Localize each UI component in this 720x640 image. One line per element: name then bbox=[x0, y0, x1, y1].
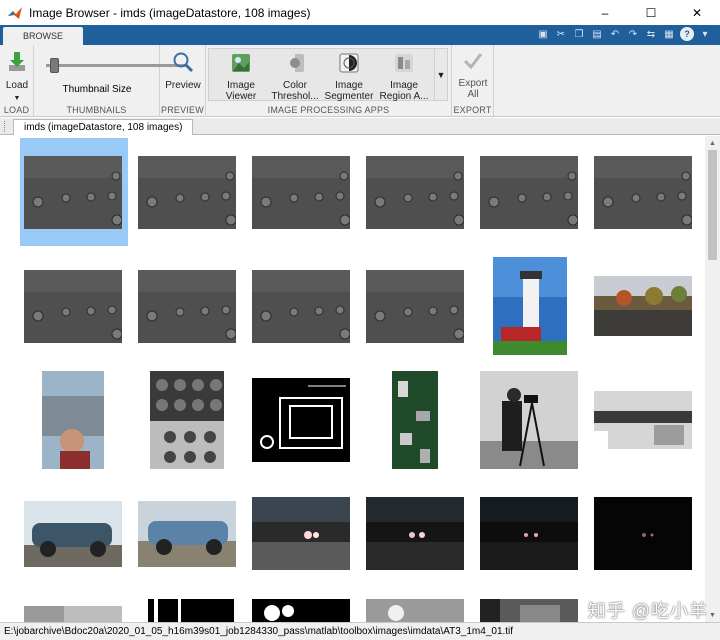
thumbnail-partial-4[interactable] bbox=[366, 599, 464, 622]
load-button[interactable]: Load ▼ bbox=[2, 51, 32, 104]
section-label-load: LOAD bbox=[3, 105, 30, 115]
chevron-down-icon: ▼ bbox=[436, 69, 446, 80]
thumbnail-cells-4[interactable] bbox=[366, 156, 464, 229]
window-title: Image Browser - imds (imageDatastore, 10… bbox=[29, 5, 311, 20]
thumbnail-circuit[interactable] bbox=[392, 371, 438, 469]
minimize-button[interactable]: – bbox=[582, 0, 628, 25]
color-thresholder-icon bbox=[286, 54, 304, 72]
help-icon[interactable]: ? bbox=[680, 27, 694, 41]
image-segmenter-icon bbox=[339, 53, 359, 73]
color-thresholder-button[interactable]: Color Threshol... bbox=[267, 53, 323, 102]
thumbnail-autumn-lake[interactable] bbox=[594, 276, 692, 336]
image-region-analyzer-button[interactable]: Image Region A... bbox=[375, 53, 433, 102]
image-viewer-icon bbox=[232, 54, 250, 72]
thumbnail-partial-1[interactable] bbox=[24, 606, 122, 622]
matlab-logo-icon bbox=[8, 6, 22, 19]
preview-section: Preview PREVIEW bbox=[160, 45, 206, 117]
thumbnail-cameraman[interactable] bbox=[480, 371, 578, 469]
export-all-button[interactable]: Export All bbox=[453, 51, 493, 100]
magnifier-icon bbox=[173, 52, 194, 73]
document-tab[interactable]: imds (imageDatastore, 108 images) bbox=[13, 119, 194, 135]
thumbnail-lighthouse[interactable] bbox=[493, 257, 567, 355]
thumbnail-cells-8[interactable] bbox=[138, 270, 236, 343]
thumbnail-cells-2[interactable] bbox=[138, 156, 236, 229]
thumbnail-garage-4[interactable] bbox=[594, 497, 692, 570]
watermark-text: 知乎 @吃小羊 bbox=[587, 601, 708, 621]
undo-icon[interactable]: ↶ bbox=[608, 27, 622, 41]
thumbnail-child-city[interactable] bbox=[42, 371, 104, 469]
toolstrip-ribbon: Load ▼ LOAD Thumbnail Size THUMBNAILS Pr… bbox=[0, 45, 720, 117]
image-region-analyzer-icon bbox=[395, 54, 413, 72]
scroll-up-arrow-icon[interactable]: ▲ bbox=[705, 136, 720, 150]
cut-icon[interactable]: ✂ bbox=[554, 27, 568, 41]
status-bar-path: E:\jobarchive\Bdoc20a\2020_01_05_h16m39s… bbox=[0, 622, 720, 640]
load-arrow-icon bbox=[9, 52, 25, 71]
section-label-preview: PREVIEW bbox=[161, 105, 204, 115]
thumbnail-cells-10[interactable] bbox=[366, 270, 464, 343]
section-label-apps: IMAGE PROCESSING APPS bbox=[267, 105, 390, 115]
thumbnail-partial-2[interactable] bbox=[148, 599, 234, 622]
maximize-button[interactable]: ☐ bbox=[628, 0, 674, 25]
thumbnail-car-1[interactable] bbox=[24, 501, 122, 567]
thumbnail-pattern[interactable] bbox=[150, 371, 224, 469]
tab-browse[interactable]: BROWSE bbox=[3, 27, 83, 45]
document-tab-bar: imds (imageDatastore, 108 images) bbox=[0, 118, 720, 135]
thumbnails-section: Thumbnail Size THUMBNAILS bbox=[34, 45, 186, 117]
thumbnail-grid bbox=[0, 136, 705, 622]
image-viewer-button[interactable]: Image Viewer bbox=[213, 53, 269, 102]
layout-icon[interactable]: ▦ bbox=[662, 27, 676, 41]
close-button[interactable]: ✕ bbox=[674, 0, 720, 25]
section-label-thumbnails: THUMBNAILS bbox=[66, 105, 127, 115]
export-section: Export All EXPORT bbox=[452, 45, 494, 117]
quick-access-toolbar: ▣ ✂ ❐ ▤ ↶ ↷ ⇆ ▦ ? ▾ bbox=[536, 27, 712, 43]
apps-gallery: Image Viewer Color Threshol... Image Seg… bbox=[208, 48, 435, 102]
scrollbar-thumb[interactable] bbox=[708, 150, 717, 260]
thumbnail-garage-1[interactable] bbox=[252, 497, 350, 570]
copy-icon[interactable]: ❐ bbox=[572, 27, 586, 41]
section-label-export: EXPORT bbox=[453, 105, 492, 115]
thumbnail-noisy-texture[interactable] bbox=[594, 391, 692, 449]
switch-windows-icon[interactable]: ⇆ bbox=[644, 27, 658, 41]
checkmark-icon bbox=[463, 53, 483, 70]
thumbnail-car-2[interactable] bbox=[138, 501, 236, 567]
thumbnail-partial-3[interactable] bbox=[252, 599, 350, 622]
title-bar: Image Browser - imds (imageDatastore, 10… bbox=[0, 0, 720, 25]
preview-button[interactable]: Preview bbox=[162, 51, 204, 91]
chevron-down-icon: ▼ bbox=[13, 95, 21, 102]
load-section: Load ▼ LOAD bbox=[0, 45, 34, 117]
thumbnail-partial-5[interactable] bbox=[480, 599, 578, 622]
thumbnail-cells-3[interactable] bbox=[252, 156, 350, 229]
thumbnail-size-label: Thumbnail Size bbox=[62, 84, 132, 95]
collapse-toolstrip-icon[interactable]: ▾ bbox=[698, 27, 712, 41]
save-icon[interactable]: ▣ bbox=[536, 27, 550, 41]
thumbnail-garage-2[interactable] bbox=[366, 497, 464, 570]
thumbnail-cells-9[interactable] bbox=[252, 270, 350, 343]
thumbnail-cells-6[interactable] bbox=[594, 156, 692, 229]
redo-icon[interactable]: ↷ bbox=[626, 27, 640, 41]
thumbnail-cells-5[interactable] bbox=[480, 156, 578, 229]
thumbnail-cells-1[interactable] bbox=[24, 156, 122, 229]
thumbnail-binary-board[interactable] bbox=[252, 378, 350, 462]
gallery-expand-button[interactable]: ▼ bbox=[434, 48, 448, 101]
vertical-scrollbar[interactable]: ▲ ▼ bbox=[705, 136, 720, 622]
drag-grip[interactable] bbox=[4, 121, 7, 132]
slider-handle[interactable] bbox=[50, 58, 59, 73]
toolstrip-tab-bar: BROWSE ▣ ✂ ❐ ▤ ↶ ↷ ⇆ ▦ ? ▾ bbox=[0, 25, 720, 45]
thumbnail-cells-7[interactable] bbox=[24, 270, 122, 343]
paste-icon[interactable]: ▤ bbox=[590, 27, 604, 41]
image-segmenter-button[interactable]: Image Segmenter bbox=[321, 53, 377, 102]
thumbnail-garage-3[interactable] bbox=[480, 497, 578, 570]
